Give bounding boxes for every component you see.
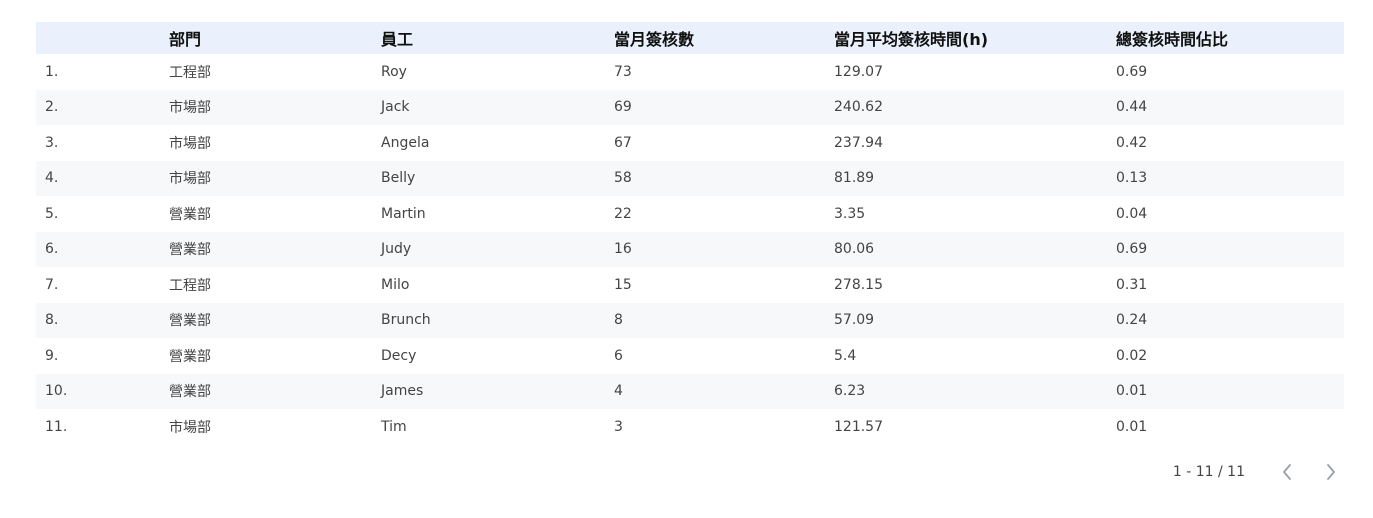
header-employee[interactable]: 員工 xyxy=(381,22,614,54)
next-page-button[interactable] xyxy=(1319,458,1343,486)
cell-monthly-count: 22 xyxy=(614,205,632,222)
cell-dept: 營業部 xyxy=(169,313,211,330)
cell-employee: Milo xyxy=(381,276,410,293)
cell-total-ratio: 0.04 xyxy=(1116,205,1148,222)
header-dept[interactable]: 部門 xyxy=(169,22,381,54)
cell-index: 1. xyxy=(45,63,59,80)
cell-dept: 市場部 xyxy=(169,419,211,436)
cell-employee: Brunch xyxy=(381,312,431,329)
pagination-range: 1 - 11 / 11 xyxy=(1172,464,1245,480)
cell-total-ratio: 0.13 xyxy=(1116,170,1148,187)
cell-dept: 工程部 xyxy=(169,277,211,294)
chevron-left-icon xyxy=(1283,464,1291,480)
header-total-ratio[interactable]: 總簽核時間佔比 xyxy=(1116,22,1344,54)
cell-employee: Tim xyxy=(381,418,407,435)
cell-monthly-count: 3 xyxy=(614,418,623,435)
table-row: 4. 市場部 Belly 58 81.89 0.13 xyxy=(36,160,1344,196)
cell-dept: 工程部 xyxy=(169,64,211,81)
cell-dept: 營業部 xyxy=(169,206,211,223)
cell-index: 9. xyxy=(45,347,59,364)
cell-index: 8. xyxy=(45,312,59,329)
cell-dept: 營業部 xyxy=(169,242,211,259)
cell-monthly-count: 4 xyxy=(614,383,623,400)
table-row: 11. 市場部 Tim 3 121.57 0.01 xyxy=(36,409,1344,445)
table-row: 8. 營業部 Brunch 8 57.09 0.24 xyxy=(36,302,1344,338)
table-header-row: 部門 員工 當月簽核數 當月平均簽核時間(h) 總簽核時間佔比 xyxy=(36,22,1344,54)
cell-total-ratio: 0.01 xyxy=(1116,383,1148,400)
cell-monthly-count: 6 xyxy=(614,347,623,364)
cell-employee: Judy xyxy=(381,241,412,258)
cell-monthly-avg-hours: 5.4 xyxy=(834,347,857,364)
cell-total-ratio: 0.02 xyxy=(1116,347,1148,364)
cell-dept: 市場部 xyxy=(169,135,211,152)
cell-monthly-avg-hours: 237.94 xyxy=(834,134,883,151)
cell-monthly-avg-hours: 6.23 xyxy=(834,383,866,400)
cell-total-ratio: 0.01 xyxy=(1116,418,1148,435)
cell-monthly-count: 16 xyxy=(614,241,632,258)
pagination: 1 - 11 / 11 xyxy=(1173,458,1343,486)
cell-employee: Martin xyxy=(381,205,426,222)
cell-monthly-avg-hours: 3.35 xyxy=(834,205,866,222)
cell-total-ratio: 0.42 xyxy=(1116,134,1148,151)
table-row: 2. 市場部 Jack 69 240.62 0.44 xyxy=(36,89,1344,125)
cell-monthly-avg-hours: 129.07 xyxy=(834,63,883,80)
cell-index: 3. xyxy=(45,134,59,151)
table-row: 7. 工程部 Milo 15 278.15 0.31 xyxy=(36,267,1344,303)
cell-dept: 營業部 xyxy=(169,348,211,365)
cell-total-ratio: 0.44 xyxy=(1116,99,1148,116)
cell-monthly-count: 73 xyxy=(614,63,632,80)
table-row: 3. 市場部 Angela 67 237.94 0.42 xyxy=(36,125,1344,161)
report-table-widget: 部門 員工 當月簽核數 當月平均簽核時間(h) 總簽核時間佔比 1. 工程部 R… xyxy=(0,0,1373,518)
cell-monthly-count: 67 xyxy=(614,134,632,151)
cell-monthly-count: 58 xyxy=(614,170,632,187)
table-row: 5. 營業部 Martin 22 3.35 0.04 xyxy=(36,196,1344,232)
cell-index: 11. xyxy=(45,418,68,435)
cell-monthly-count: 15 xyxy=(614,276,632,293)
cell-total-ratio: 0.24 xyxy=(1116,312,1148,329)
cell-monthly-count: 8 xyxy=(614,312,623,329)
cell-employee: Belly xyxy=(381,170,416,187)
cell-monthly-count: 69 xyxy=(614,99,632,116)
table-row: 1. 工程部 Roy 73 129.07 0.69 xyxy=(36,54,1344,90)
header-monthly-avg-hours[interactable]: 當月平均簽核時間(h) xyxy=(834,22,1116,54)
cell-dept: 市場部 xyxy=(169,100,211,117)
cell-employee: James xyxy=(381,383,424,400)
table-container: 部門 員工 當月簽核數 當月平均簽核時間(h) 總簽核時間佔比 1. 工程部 R… xyxy=(36,22,1344,445)
cell-total-ratio: 0.69 xyxy=(1116,63,1148,80)
header-index xyxy=(36,22,169,54)
approval-table: 部門 員工 當月簽核數 當月平均簽核時間(h) 總簽核時間佔比 1. 工程部 R… xyxy=(36,22,1344,445)
table-row: 9. 營業部 Decy 6 5.4 0.02 xyxy=(36,338,1344,374)
cell-employee: Jack xyxy=(381,99,410,116)
cell-monthly-avg-hours: 121.57 xyxy=(834,418,883,435)
cell-total-ratio: 0.69 xyxy=(1116,241,1148,258)
cell-employee: Decy xyxy=(381,347,417,364)
cell-index: 7. xyxy=(45,276,59,293)
cell-monthly-avg-hours: 278.15 xyxy=(834,276,883,293)
cell-index: 10. xyxy=(45,383,68,400)
cell-dept: 市場部 xyxy=(169,171,211,188)
cell-employee: Angela xyxy=(381,134,430,151)
cell-index: 2. xyxy=(45,99,59,116)
cell-monthly-avg-hours: 240.62 xyxy=(834,99,883,116)
cell-index: 5. xyxy=(45,205,59,222)
chevron-right-icon xyxy=(1327,464,1335,480)
cell-total-ratio: 0.31 xyxy=(1116,276,1148,293)
cell-monthly-avg-hours: 81.89 xyxy=(834,170,875,187)
header-monthly-count[interactable]: 當月簽核數 xyxy=(614,22,834,54)
cell-monthly-avg-hours: 80.06 xyxy=(834,241,875,258)
prev-page-button[interactable] xyxy=(1275,458,1299,486)
cell-index: 6. xyxy=(45,241,59,258)
cell-dept: 營業部 xyxy=(169,384,211,401)
cell-monthly-avg-hours: 57.09 xyxy=(834,312,875,329)
cell-employee: Roy xyxy=(381,63,407,80)
cell-index: 4. xyxy=(45,170,59,187)
table-row: 10. 營業部 James 4 6.23 0.01 xyxy=(36,373,1344,409)
table-row: 6. 營業部 Judy 16 80.06 0.69 xyxy=(36,231,1344,267)
